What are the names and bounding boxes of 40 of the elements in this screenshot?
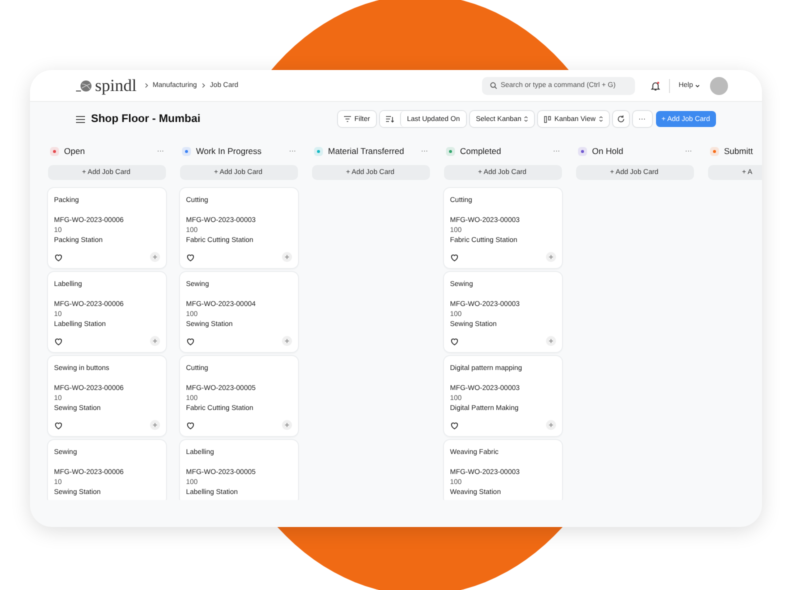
heart-icon[interactable] bbox=[54, 420, 63, 430]
plus-icon[interactable] bbox=[282, 336, 292, 346]
updown-caret-icon bbox=[524, 116, 528, 122]
page-title: Shop Floor - Mumbai bbox=[91, 113, 200, 125]
plus-icon[interactable] bbox=[282, 420, 292, 430]
yarn-ball-logo-icon bbox=[76, 80, 93, 92]
heart-icon[interactable] bbox=[450, 252, 459, 262]
menu-icon[interactable] bbox=[76, 116, 85, 122]
columns-icon bbox=[544, 116, 552, 122]
heart-icon[interactable] bbox=[54, 252, 63, 262]
sort-icon bbox=[386, 116, 394, 122]
column-title: Material Transferred bbox=[328, 146, 406, 156]
chevron-icon bbox=[144, 83, 148, 88]
refresh-icon bbox=[616, 115, 625, 123]
plus-icon[interactable] bbox=[546, 336, 556, 346]
column-title: On Hold bbox=[592, 146, 624, 156]
plus-icon[interactable] bbox=[282, 252, 292, 262]
filter-icon bbox=[344, 116, 352, 122]
refresh-button[interactable] bbox=[612, 111, 629, 127]
heart-icon[interactable] bbox=[450, 336, 459, 346]
heart-icon[interactable] bbox=[186, 252, 195, 262]
column-title: Completed bbox=[460, 146, 502, 156]
column-title: Open bbox=[64, 146, 86, 156]
plus-icon[interactable] bbox=[546, 420, 556, 430]
heart-icon[interactable] bbox=[54, 336, 63, 346]
chevron-icon bbox=[202, 83, 205, 88]
plus-icon[interactable] bbox=[150, 336, 160, 346]
column-title: Submitt bbox=[724, 146, 754, 156]
bell-icon[interactable] bbox=[650, 80, 660, 90]
heart-icon[interactable] bbox=[186, 336, 195, 346]
updown-caret-icon bbox=[598, 116, 603, 122]
app-logo-text: spindl bbox=[95, 76, 137, 96]
heart-icon[interactable] bbox=[450, 420, 459, 430]
caret-icon bbox=[695, 84, 700, 88]
plus-icon[interactable] bbox=[150, 252, 160, 262]
plus-icon[interactable] bbox=[546, 252, 556, 262]
column-title: Work In Progress bbox=[196, 146, 263, 156]
plus-icon[interactable] bbox=[150, 420, 160, 430]
search-icon bbox=[490, 82, 497, 89]
heart-icon[interactable] bbox=[186, 420, 195, 430]
